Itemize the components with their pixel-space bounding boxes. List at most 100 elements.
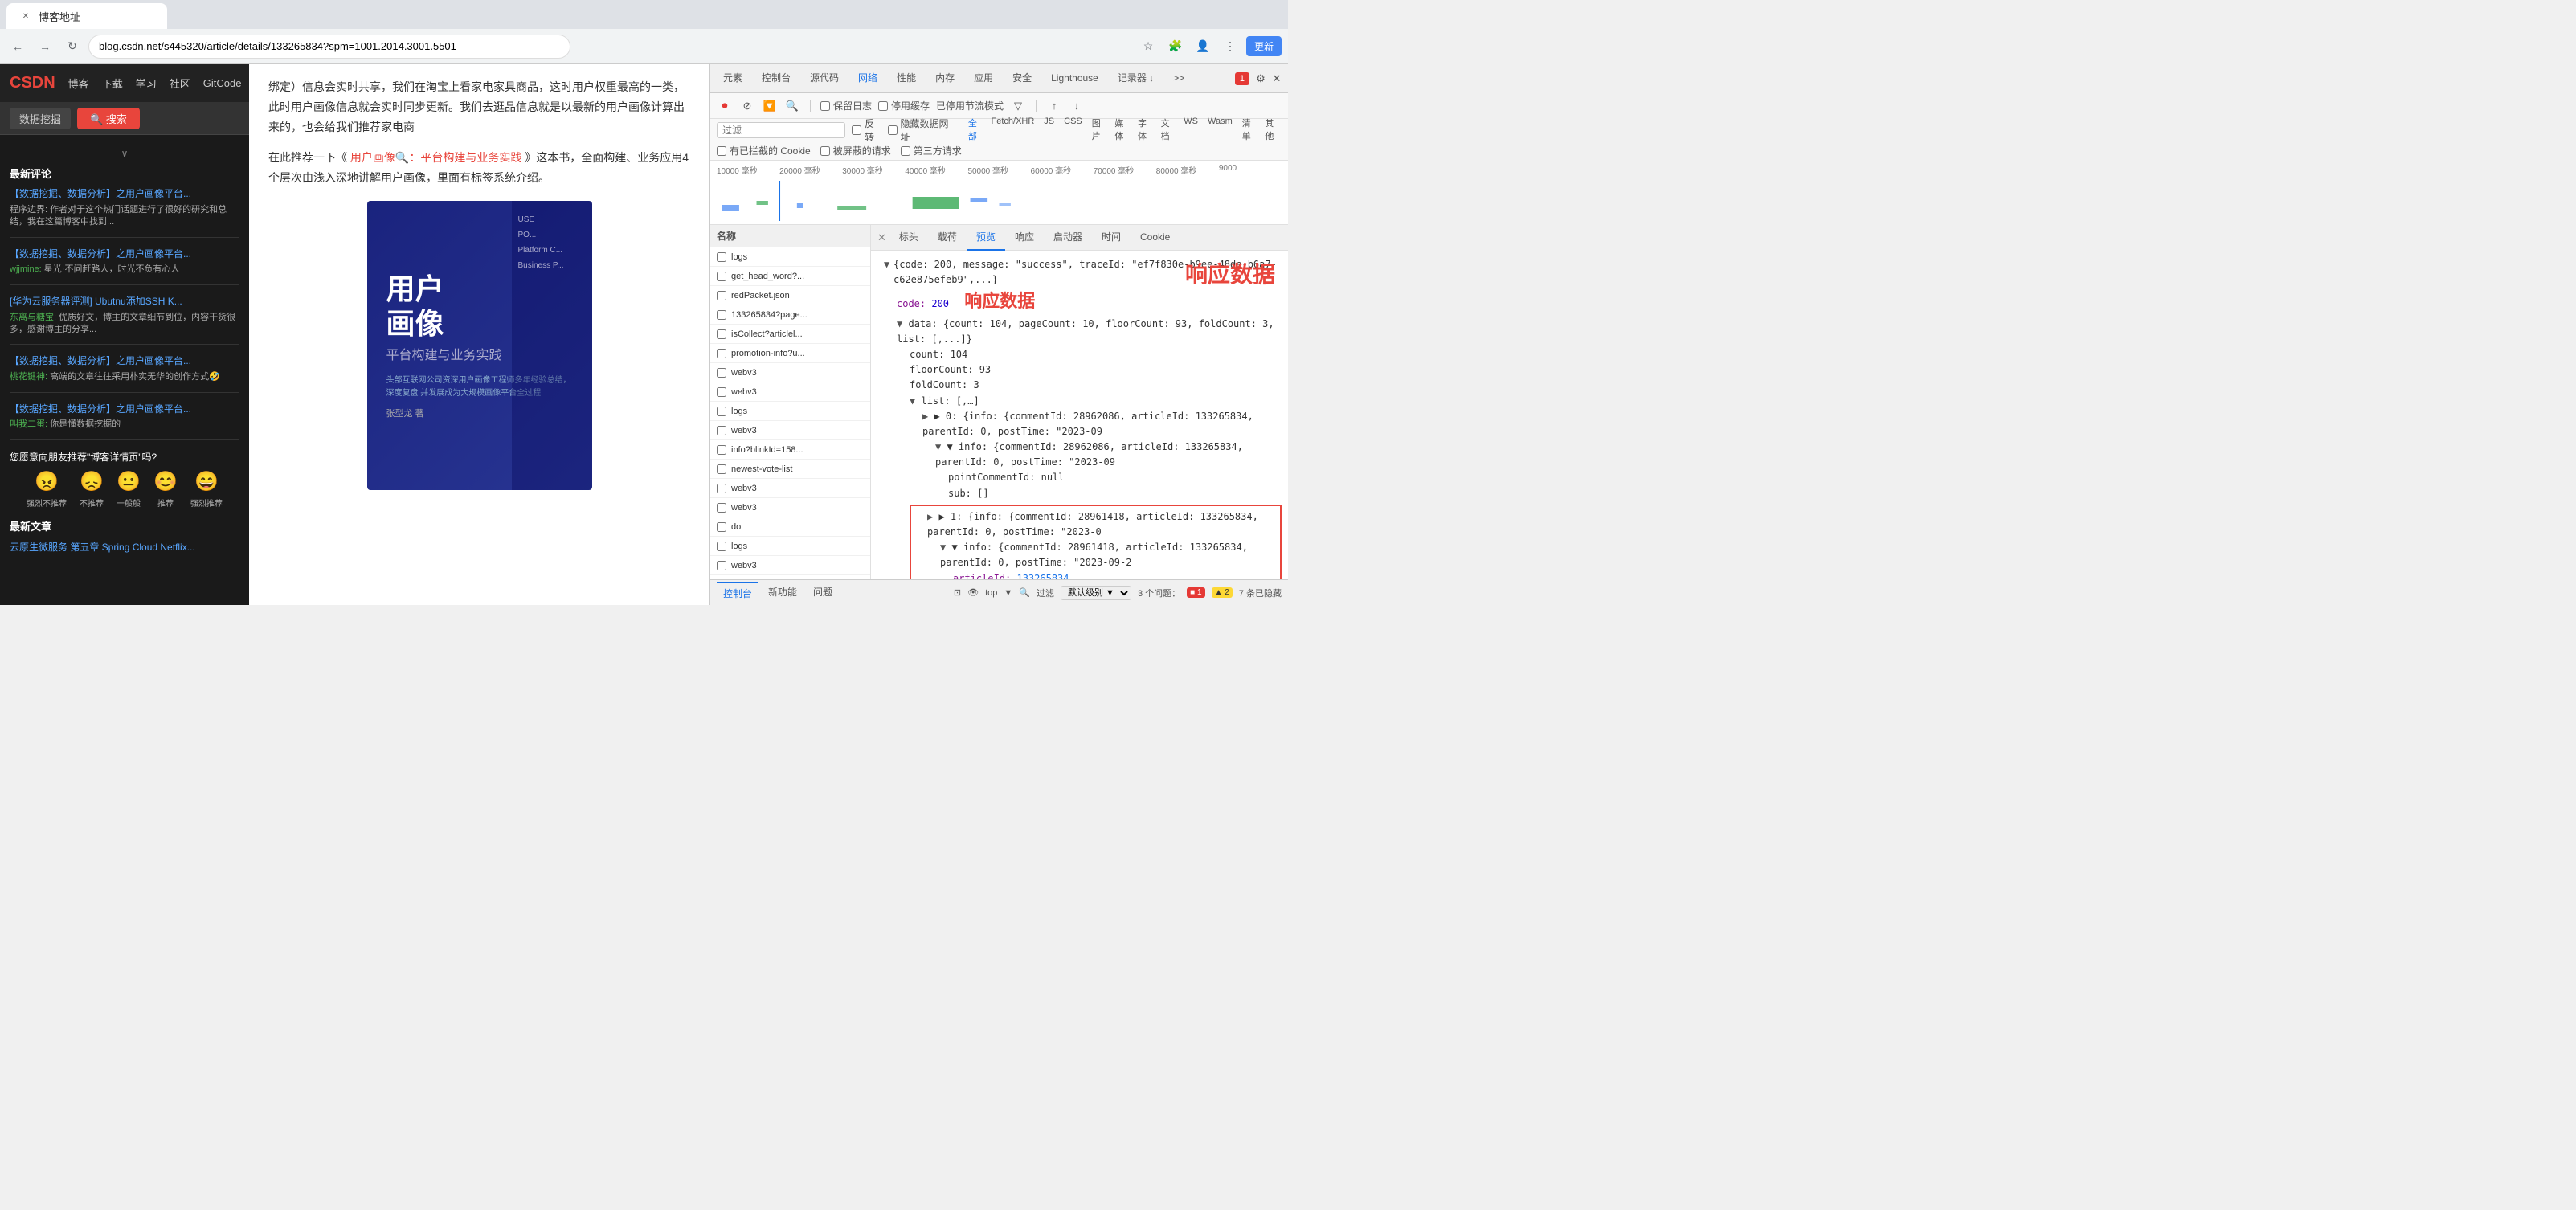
clear-btn[interactable]: ⊘	[739, 98, 755, 114]
filter-doc[interactable]: 文档	[1158, 116, 1178, 144]
net-checkbox-6[interactable]	[717, 368, 726, 378]
net-item-logs-3[interactable]: logs	[710, 575, 870, 579]
nav-community[interactable]: 社区	[170, 76, 190, 91]
filter-icon[interactable]: 🔽	[762, 98, 778, 114]
filter-css[interactable]: CSS	[1061, 116, 1086, 144]
nav-blog[interactable]: 博客	[68, 76, 89, 91]
tab-close[interactable]: ✕	[19, 10, 32, 22]
bookmark-button[interactable]: ☆	[1137, 35, 1159, 58]
invert-checkbox[interactable]: 反转	[852, 117, 881, 144]
blocked-req-input[interactable]	[820, 146, 830, 156]
url-bar[interactable]	[88, 35, 570, 59]
emoji-item-2[interactable]: 😐 一般般	[117, 470, 141, 509]
invert-input[interactable]	[852, 125, 861, 135]
hide-data-urls-checkbox[interactable]: 隐藏数据网址	[888, 117, 952, 144]
search-btn[interactable]: 🔍 搜索	[77, 108, 140, 129]
net-checkbox-4[interactable]	[717, 329, 726, 339]
filter-js[interactable]: JS	[1041, 116, 1057, 144]
net-item-2[interactable]: redPacket.json	[710, 286, 870, 305]
settings-icon[interactable]: ⚙	[1253, 71, 1269, 87]
tab-elements[interactable]: 元素	[714, 64, 752, 93]
level-select[interactable]: 默认级别 ▼	[1061, 586, 1131, 600]
filter-manifest[interactable]: 清单	[1239, 116, 1259, 144]
net-checkbox-12[interactable]	[717, 484, 726, 493]
net-checkbox-1[interactable]	[717, 272, 726, 281]
item0info-toggle[interactable]: ▼	[935, 441, 941, 452]
net-checkbox-10[interactable]	[717, 445, 726, 455]
import-btn[interactable]: ↑	[1046, 98, 1062, 114]
net-item-4[interactable]: isCollect?articlel...	[710, 325, 870, 344]
btab-console[interactable]: 控制台	[717, 582, 758, 603]
net-item-10[interactable]: info?blinkId=158...	[710, 440, 870, 460]
preserve-log-input[interactable]	[820, 101, 830, 111]
net-item-logs-1[interactable]: logs	[710, 402, 870, 421]
dropdown-arrow[interactable]: ∨	[10, 148, 239, 159]
blocked-cookie-input[interactable]	[717, 146, 726, 156]
net-item-3[interactable]: 133265834?page...	[710, 305, 870, 325]
root-toggle[interactable]: ▼	[884, 257, 893, 272]
net-item-5[interactable]: promotion-info?u...	[710, 344, 870, 363]
net-checkbox-11[interactable]	[717, 464, 726, 474]
forward-button[interactable]: →	[34, 35, 56, 58]
net-item-7[interactable]: webv3	[710, 382, 870, 402]
devtools-close-icon[interactable]: ✕	[1269, 71, 1285, 87]
filter-all[interactable]: 全部	[965, 116, 985, 144]
tab-console[interactable]: 控制台	[752, 64, 800, 93]
search-icon[interactable]: 🔍	[784, 98, 800, 114]
dropdown-icon[interactable]: ▼	[1004, 588, 1012, 598]
third-party-input[interactable]	[901, 146, 910, 156]
tab-lighthouse[interactable]: Lighthouse	[1041, 64, 1108, 93]
emoji-item-1[interactable]: 😞 不推荐	[80, 470, 104, 509]
net-item-12[interactable]: webv3	[710, 479, 870, 498]
preserve-log-checkbox[interactable]: 保留日志	[820, 99, 872, 112]
tab-memory[interactable]: 内存	[926, 64, 964, 93]
net-checkbox-14[interactable]	[717, 522, 726, 532]
emoji-item-4[interactable]: 😄 强烈推荐	[190, 470, 223, 509]
record-btn[interactable]: ⏺	[717, 98, 733, 114]
net-item-16[interactable]: webv3	[710, 556, 870, 575]
back-button[interactable]: ←	[6, 35, 29, 58]
browser-tab[interactable]: ✕ 博客地址	[6, 3, 167, 29]
btab-whatsnew[interactable]: 新功能	[762, 582, 803, 603]
net-checkbox-8[interactable]	[717, 407, 726, 416]
item1info-toggle[interactable]: ▼	[940, 542, 946, 553]
throttle-dropdown[interactable]: ▽	[1010, 98, 1026, 114]
detail-close-icon[interactable]: ✕	[877, 231, 886, 244]
disable-cache-checkbox[interactable]: 停用缓存	[878, 99, 930, 112]
article-link-0[interactable]: 云原生微服务 第五章 Spring Cloud Netflix...	[10, 540, 239, 554]
url-input[interactable]	[99, 40, 560, 52]
item0-toggle[interactable]: ▶	[922, 411, 928, 422]
hide-data-urls-input[interactable]	[888, 125, 898, 135]
net-item-14[interactable]: do	[710, 517, 870, 537]
data-toggle[interactable]: ▼	[897, 318, 902, 329]
filter-console-icon[interactable]: 🔍	[1019, 587, 1030, 598]
tab-security[interactable]: 安全	[1003, 64, 1041, 93]
net-checkbox-5[interactable]	[717, 349, 726, 358]
item1-toggle[interactable]: ▶	[927, 511, 933, 522]
dtab-preview[interactable]: 预览	[967, 225, 1005, 251]
tab-network[interactable]: 网络	[848, 64, 887, 93]
filter-fetchxhr[interactable]: Fetch/XHR	[988, 116, 1038, 144]
export-btn[interactable]: ↓	[1069, 98, 1085, 114]
comment-title-4[interactable]: 【数据挖掘、数据分析】之用户画像平台...	[10, 403, 239, 416]
filter-input[interactable]	[717, 122, 845, 138]
update-button[interactable]: 更新	[1246, 36, 1282, 56]
emoji-item-0[interactable]: 😠 强烈不推荐	[27, 470, 67, 509]
comment-title-3[interactable]: 【数据挖掘、数据分析】之用户画像平台...	[10, 354, 239, 368]
list-toggle[interactable]: ▼	[910, 395, 915, 407]
dtab-timing[interactable]: 时间	[1092, 225, 1131, 251]
net-item-logs-0[interactable]: logs	[710, 247, 870, 267]
filter-img[interactable]: 图片	[1089, 116, 1109, 144]
nav-learn[interactable]: 学习	[136, 76, 157, 91]
blocked-req-checkbox[interactable]: 被屏蔽的请求	[820, 144, 891, 157]
comment-title-1[interactable]: 【数据挖掘、数据分析】之用户画像平台...	[10, 247, 239, 261]
emoji-item-3[interactable]: 😊 推荐	[153, 470, 178, 509]
filter-media[interactable]: 媒体	[1111, 116, 1131, 144]
nav-download[interactable]: 下载	[102, 76, 123, 91]
net-item-1[interactable]: get_head_word?...	[710, 267, 870, 286]
net-item-6[interactable]: webv3	[710, 363, 870, 382]
net-checkbox-16[interactable]	[717, 561, 726, 570]
net-checkbox-2[interactable]	[717, 291, 726, 300]
dtab-response[interactable]: 响应	[1005, 225, 1044, 251]
net-checkbox-9[interactable]	[717, 426, 726, 435]
